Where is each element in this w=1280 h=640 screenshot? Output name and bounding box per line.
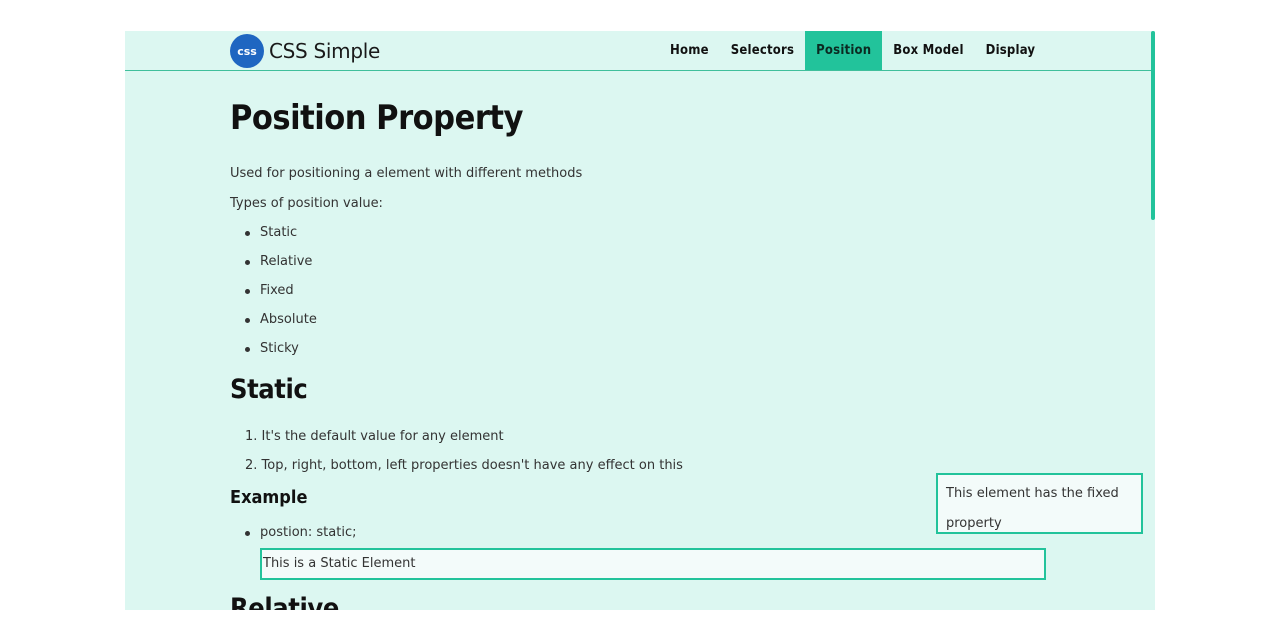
bullet-icon [245, 347, 250, 352]
types-label: Types of position value: [230, 196, 383, 211]
bullet-icon [245, 289, 250, 294]
nav-item-position[interactable]: Position [805, 31, 883, 70]
fixed-demo-box: This element has the fixed property [936, 473, 1143, 534]
intro-text: Used for positioning a element with diff… [230, 166, 583, 181]
list-item: 2. Top, right, bottom, left properties d… [245, 458, 683, 473]
static-demo-box: This is a Static Element [260, 548, 1046, 580]
site-logo[interactable]: css CSS Simple [230, 34, 380, 68]
page-title: Position Property [230, 98, 523, 138]
list-item: Absolute [245, 311, 317, 329]
list-item: postion: static; [245, 524, 356, 542]
section-heading-static: Static [230, 374, 308, 405]
nav-item-display[interactable]: Display [975, 31, 1047, 70]
bullet-icon [245, 231, 250, 236]
scrollbar-thumb[interactable] [1151, 31, 1155, 220]
site-header: css CSS Simple Home Selectors Position B… [125, 31, 1155, 71]
bullet-icon [245, 260, 250, 265]
list-item: Fixed [245, 282, 294, 300]
nav-item-selectors[interactable]: Selectors [720, 31, 805, 70]
page-viewport: css CSS Simple Home Selectors Position B… [125, 31, 1155, 610]
css-logo-icon: css [230, 34, 264, 68]
bullet-icon [245, 318, 250, 323]
bullet-icon [245, 531, 250, 536]
nav-item-box-model[interactable]: Box Model [882, 31, 974, 70]
section-heading-relative: Relative [230, 593, 339, 610]
nav-item-home[interactable]: Home [659, 31, 720, 70]
list-item: Sticky [245, 340, 299, 358]
list-item: Static [245, 224, 297, 242]
main-nav: Home Selectors Position Box Model Displa… [659, 31, 1046, 70]
example-heading: Example [230, 487, 308, 508]
site-name: CSS Simple [269, 39, 381, 63]
list-item: Relative [245, 253, 312, 271]
list-item: 1. It's the default value for any elemen… [245, 429, 504, 444]
